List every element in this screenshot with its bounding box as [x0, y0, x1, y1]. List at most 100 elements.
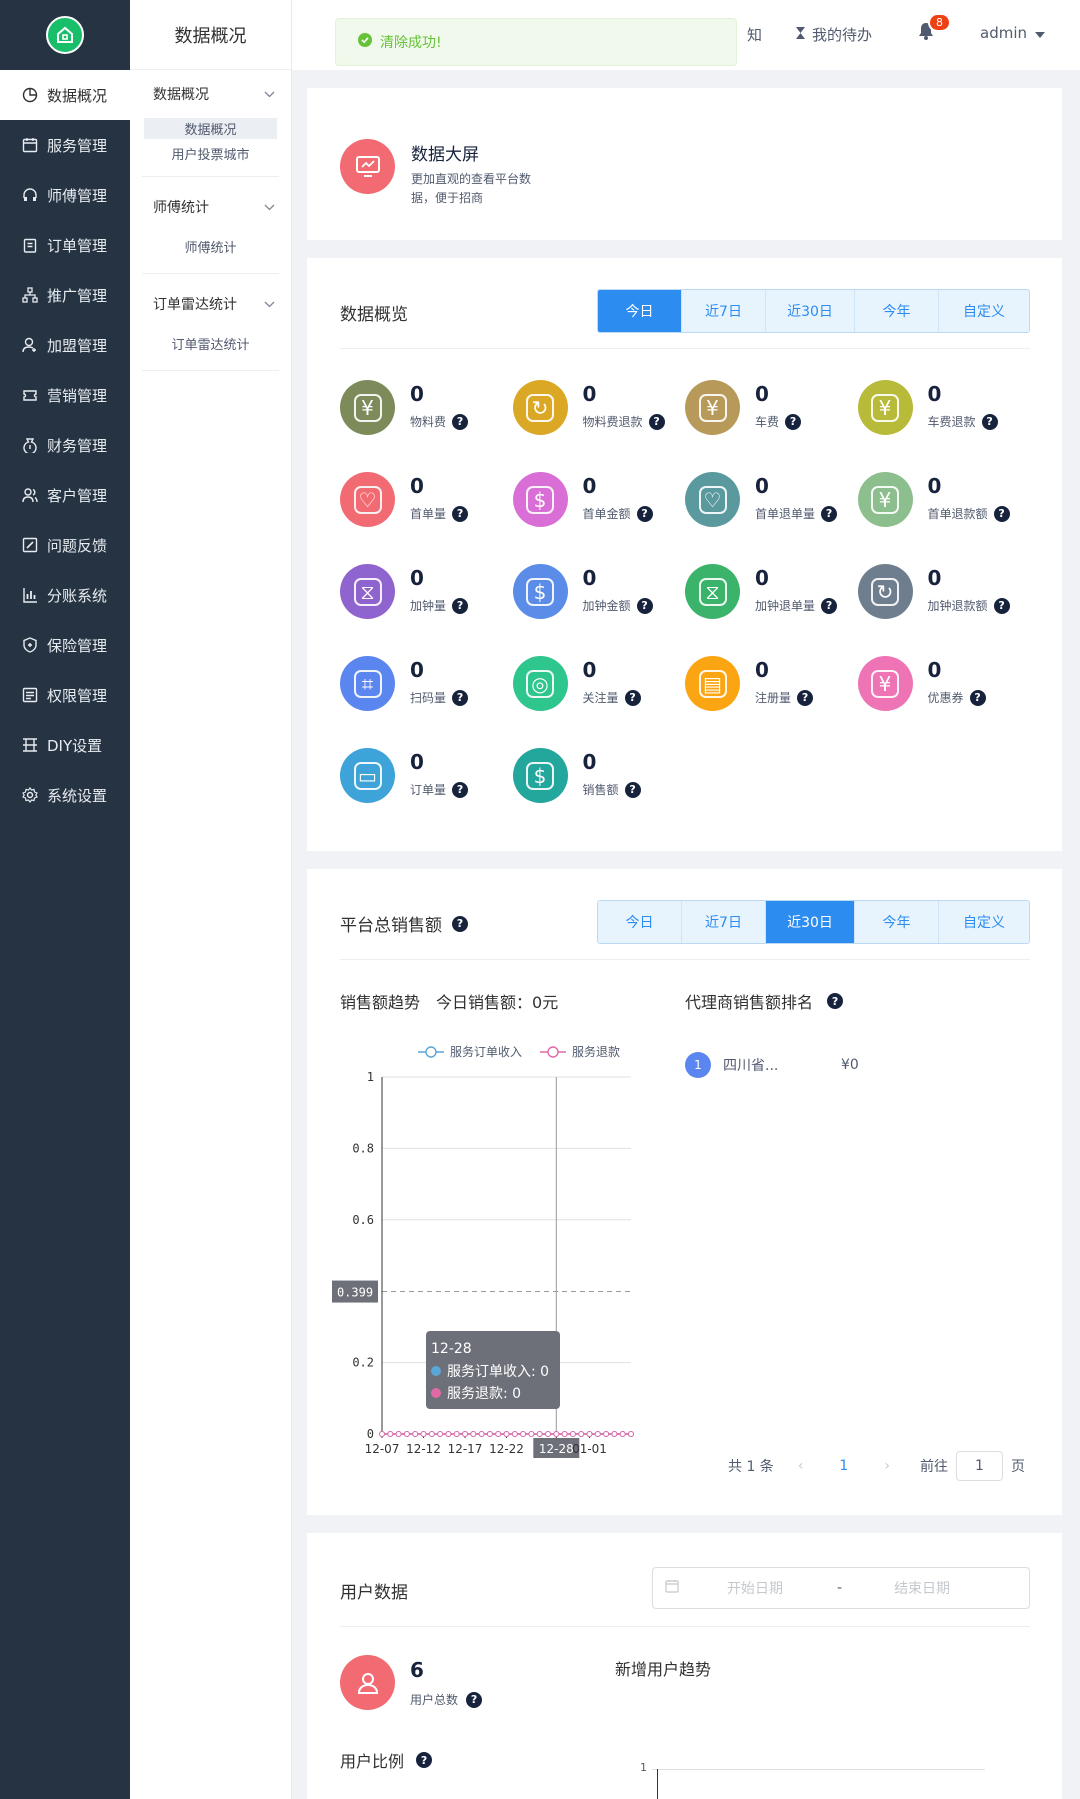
stat-item: ¥0 物料费? [340, 380, 510, 440]
range-tab[interactable]: 自定义 [939, 290, 1029, 332]
pie-chart-icon [22, 87, 38, 103]
range-tab[interactable]: 近30日 [766, 901, 855, 943]
sidebar-item-label: 权限管理 [47, 686, 108, 705]
data-point [528, 1431, 535, 1437]
help-icon[interactable]: ? [452, 597, 469, 614]
sidebar-item-label: 数据概况 [47, 86, 108, 105]
help-icon[interactable]: ? [452, 689, 469, 706]
sidebar-item-2[interactable]: 师傅管理 [0, 170, 130, 220]
sidebar-item-6[interactable]: 营销管理 [0, 370, 130, 420]
help-icon[interactable]: ? [636, 505, 653, 522]
help-icon[interactable]: ? [452, 505, 469, 522]
stat-item: ¥0 优惠券? [857, 656, 1028, 716]
subside-item[interactable]: 师傅统计 [144, 231, 277, 261]
range-tab[interactable]: 近7日 [682, 901, 766, 943]
sidebar-item-8[interactable]: 客户管理 [0, 470, 130, 520]
stat-label-row: 注册量? [755, 689, 814, 706]
stat-label-row: 首单退单量? [755, 505, 838, 522]
sidebar-item-9[interactable]: 问题反馈 [0, 520, 130, 570]
sidebar-item-12[interactable]: 权限管理 [0, 670, 130, 720]
subside-group-header[interactable]: 订单雷达统计 [142, 280, 279, 328]
stat-icon: ¥ [685, 380, 740, 435]
help-icon[interactable]: ? [624, 781, 641, 798]
subside-item[interactable]: 订单雷达统计 [144, 328, 277, 358]
stat-value: 0 [755, 658, 769, 682]
sales-trend-chart[interactable]: 服务订单收入 服务退款 0 0.2 0.399 0.6 0.8 1 12-07 12-12 12-1… [332, 1039, 652, 1459]
logo[interactable] [0, 0, 130, 70]
check-circle-icon [358, 33, 372, 51]
next-page-icon[interactable]: › [884, 1458, 890, 1474]
range-tab[interactable]: 近7日 [682, 290, 766, 332]
legend-marker [547, 1046, 559, 1058]
help-icon[interactable]: ? [797, 689, 814, 706]
help-icon[interactable]: ? [981, 413, 998, 430]
hierarchy-icon [22, 287, 38, 303]
stat-item: ¥0 首单退款额? [857, 472, 1028, 532]
sidebar-item-0[interactable]: 数据概况 [0, 70, 130, 120]
sidebar-item-11[interactable]: 保险管理 [0, 620, 130, 670]
subside-item[interactable]: 用户投票城市 [144, 143, 277, 164]
page-number[interactable]: 1 [839, 1458, 848, 1474]
sidebar-item-13[interactable]: DIY设置 [0, 720, 130, 770]
sub-sidebar: 数据概况 数据概况 数据概况 用户投票城市 师傅统计 师傅统计 订单雷达统计 订单雷达统计 [130, 0, 292, 1799]
stat-label-row: 车费? [755, 413, 802, 430]
range-tab[interactable]: 今年 [855, 290, 939, 332]
help-icon[interactable]: ? [969, 689, 986, 706]
stat-label: 加钟退单量 [755, 599, 816, 613]
stat-label: 加钟金额 [582, 599, 631, 613]
range-tab[interactable]: 自定义 [939, 901, 1029, 943]
date-range-picker[interactable]: 开始日期 - 结束日期 [652, 1567, 1030, 1609]
data-point [520, 1431, 527, 1437]
user-menu[interactable]: admin [980, 24, 1045, 42]
range-tab[interactable]: 今年 [855, 901, 939, 943]
tooltip-marker [431, 1388, 441, 1398]
data-point [594, 1431, 601, 1437]
tooltip-row: 服务订单收入: 0 [447, 1364, 549, 1380]
sidebar-item-4[interactable]: 推广管理 [0, 270, 130, 320]
help-icon[interactable]: ? [827, 993, 844, 1009]
help-icon[interactable]: ? [821, 505, 838, 522]
help-icon[interactable]: ? [993, 505, 1010, 522]
help-icon[interactable]: ? [993, 597, 1010, 614]
prev-page-icon[interactable]: ‹ [798, 1458, 804, 1474]
todo-link[interactable]: 我的待办 [795, 24, 872, 45]
sidebar-item-label: 推广管理 [47, 286, 108, 305]
rank-name: 四川省... [723, 1058, 779, 1074]
key-list-icon [22, 687, 38, 703]
data-point [470, 1431, 477, 1437]
help-icon[interactable]: ? [466, 1691, 483, 1708]
range-tab[interactable]: 近30日 [766, 290, 855, 332]
subside-group-header[interactable]: 师傅统计 [142, 183, 279, 231]
notice-link[interactable]: 知 [747, 24, 762, 45]
goto-page-input[interactable]: 1 [955, 1451, 1003, 1481]
sidebar-item-5[interactable]: 加盟管理 [0, 320, 130, 370]
help-icon[interactable]: ? [648, 413, 665, 430]
subside-item[interactable]: 数据概况 [144, 118, 277, 139]
stat-label: 扫码量 [410, 691, 447, 705]
range-tab[interactable]: 今日 [598, 290, 682, 332]
help-icon[interactable]: ? [416, 1752, 433, 1768]
stat-label: 车费退款 [927, 415, 976, 429]
sidebar-item-3[interactable]: 订单管理 [0, 220, 130, 270]
data-screen-card[interactable]: 数据大屏 更加直观的查看平台数 据，便于招商 [307, 88, 1062, 240]
sidebar-item-14[interactable]: 系统设置 [0, 770, 130, 820]
help-icon[interactable]: ? [452, 915, 468, 932]
stat-label: 物料费退款 [582, 415, 643, 429]
range-tab[interactable]: 今日 [598, 901, 682, 943]
stat-value: 0 [582, 750, 597, 774]
data-point [511, 1431, 518, 1437]
help-icon[interactable]: ? [452, 781, 469, 798]
subside-group-header[interactable]: 数据概况 [142, 70, 279, 118]
help-icon[interactable]: ? [452, 413, 469, 430]
help-icon[interactable]: ? [785, 413, 802, 430]
sidebar-item-1[interactable]: 服务管理 [0, 120, 130, 170]
sidebar-item-10[interactable]: 分账系统 [0, 570, 130, 620]
sidebar-item-7[interactable]: 财务管理 [0, 420, 130, 470]
help-icon[interactable]: ? [624, 689, 641, 706]
help-icon[interactable]: ? [821, 597, 838, 614]
trend-header: 销售额趋势 今日销售额：0元 [340, 989, 558, 1013]
help-icon[interactable]: ? [636, 597, 653, 614]
chevron-down-icon [264, 296, 275, 312]
stat-label-row: 首单金额? [583, 505, 653, 522]
data-point [412, 1431, 419, 1437]
